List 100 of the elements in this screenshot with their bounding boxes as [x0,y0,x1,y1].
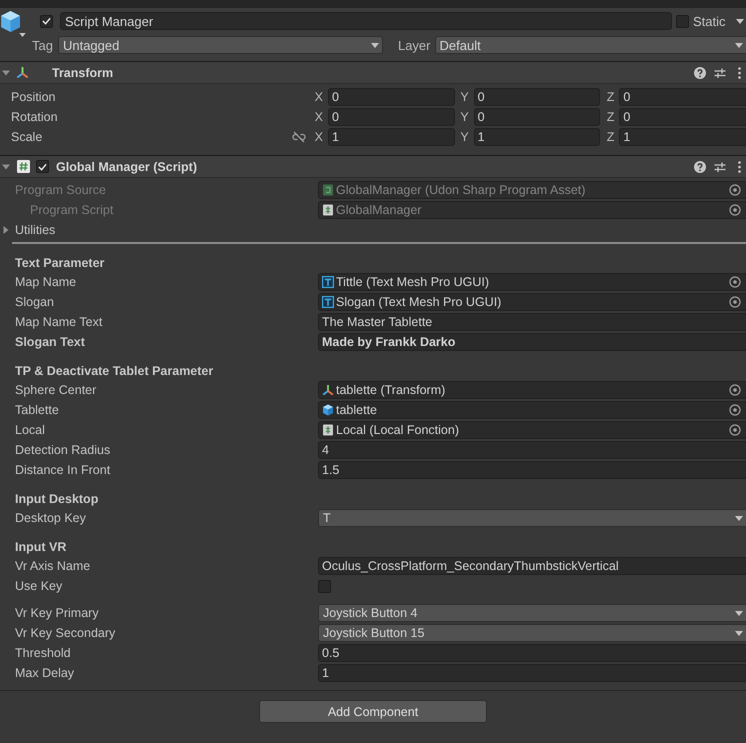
target-icon[interactable] [729,404,741,416]
text-field[interactable]: Oculus_CrossPlatform_SecondaryThumbstickVertical [318,557,746,575]
number-field[interactable]: 1 [474,128,600,146]
sliders-icon[interactable] [714,160,726,172]
section-header: Input Desktop [14,491,100,508]
dropdown[interactable]: T [318,509,746,527]
check-icon [42,17,51,25]
axis-label: Y [459,110,470,124]
field-label: Sphere Center [14,383,98,397]
section-header: Text Parameter [14,255,106,272]
number-field[interactable]: 0 [474,88,600,106]
check-icon [38,162,47,170]
field-label: Detection Radius [14,443,112,457]
section-header: Input VR [14,539,68,556]
field-label: Tablette [14,403,60,417]
axis-label: X [314,130,324,144]
object-field[interactable]: tablette (Transform) [318,381,746,399]
axis-gizmo-icon [16,66,29,79]
number-field[interactable]: 0 [474,108,600,126]
object-field[interactable]: tablette [318,401,746,419]
number-field[interactable]: 0 [328,108,455,126]
field-label: Use Key [14,579,64,593]
field-label: Map Name Text [14,315,104,329]
number-field[interactable]: 0 [328,88,455,106]
text-component-icon [322,276,334,288]
target-icon[interactable] [729,384,741,396]
kebab-menu-icon[interactable] [738,66,741,78]
number-field[interactable]: 1 [328,128,455,146]
section-header: TP & Deactivate Tablet Parameter [14,363,214,380]
component-header[interactable]: Transform [0,62,746,84]
static-label: Static [693,14,727,28]
field-label: Vr Axis Name [14,559,92,573]
field-label: Local [14,423,46,437]
axis-label: X [314,90,324,104]
checkbox[interactable] [318,580,331,592]
caret-icon [19,33,26,37]
field-label: Max Delay [14,666,76,680]
text-field[interactable]: 0.5 [318,644,746,662]
number-field[interactable]: 0 [619,88,746,106]
script-icon [17,160,30,173]
foldout-label[interactable]: Utilities [15,223,56,237]
component-header[interactable]: Global Manager (Script) [0,155,746,178]
caret-icon [735,630,743,636]
kebab-menu-icon[interactable] [738,160,741,172]
field-label: Rotation [11,110,58,124]
field-label: Vr Key Primary [14,606,100,620]
field-label: Distance In Front [14,463,112,477]
axis-label: Z [606,90,616,104]
broken-chain-icon[interactable] [292,131,306,143]
caret-icon [735,516,743,520]
field-label: Map Name [14,275,78,289]
axis-label: Y [459,90,470,104]
object-field[interactable]: Local (Local Fonction) [318,421,746,439]
field-label: Desktop Key [14,511,87,525]
axis-label: Z [606,110,616,124]
active-checkbox[interactable] [40,14,53,28]
field-label: Slogan [14,295,55,309]
text-field[interactable]: 1 [318,664,746,682]
cube-icon [322,404,334,416]
enabled-checkbox[interactable] [36,160,49,173]
axis-label: Z [606,130,616,144]
target-icon[interactable] [729,424,741,436]
script-file-icon [322,424,334,436]
text-field[interactable]: 4 [318,441,746,459]
field-label: Vr Key Secondary [14,626,116,640]
target-icon[interactable] [729,184,741,196]
target-icon[interactable] [729,296,741,308]
axis-gizmo-icon [322,384,334,396]
help-icon[interactable] [694,160,706,172]
number-field[interactable]: 0 [619,108,746,126]
sliders-icon[interactable] [714,66,726,78]
number-field[interactable]: 1 [619,128,746,146]
dropdown[interactable]: Joystick Button 4 [318,604,746,622]
caret-icon [736,18,744,24]
field-label: Program Source [14,183,108,197]
help-icon[interactable] [694,66,706,78]
foldout-arrow-icon[interactable] [2,226,10,234]
foldout-arrow-icon[interactable] [2,68,10,76]
tag-label: Tag [32,38,53,52]
text-field[interactable]: Made by Frankk Darko [318,333,746,351]
object-field[interactable]: Tittle (Text Mesh Pro UGUI) [318,273,746,291]
field-label: Threshold [14,646,72,660]
target-icon[interactable] [729,276,741,288]
foldout-arrow-icon[interactable] [2,162,10,170]
cube-icon[interactable] [0,10,21,33]
field-label: Scale [11,130,42,144]
layer-dropdown[interactable]: Default [434,36,746,54]
tag-dropdown[interactable]: Untagged [58,36,383,54]
dropdown[interactable]: Joystick Button 15 [318,624,746,642]
text-component-icon [322,296,334,308]
script-file-icon [322,204,334,216]
field-label: Program Script [29,203,114,217]
object-field[interactable]: Slogan (Text Mesh Pro UGUI) [318,293,746,311]
field-label: Position [11,90,56,104]
text-field[interactable]: The Master Tablette [318,313,746,331]
static-checkbox[interactable] [676,14,689,28]
name-field[interactable]: Script Manager [60,12,672,30]
add-component-button[interactable]: Add Component [259,700,487,723]
text-field[interactable]: 1.5 [318,461,746,479]
target-icon[interactable] [729,204,741,216]
